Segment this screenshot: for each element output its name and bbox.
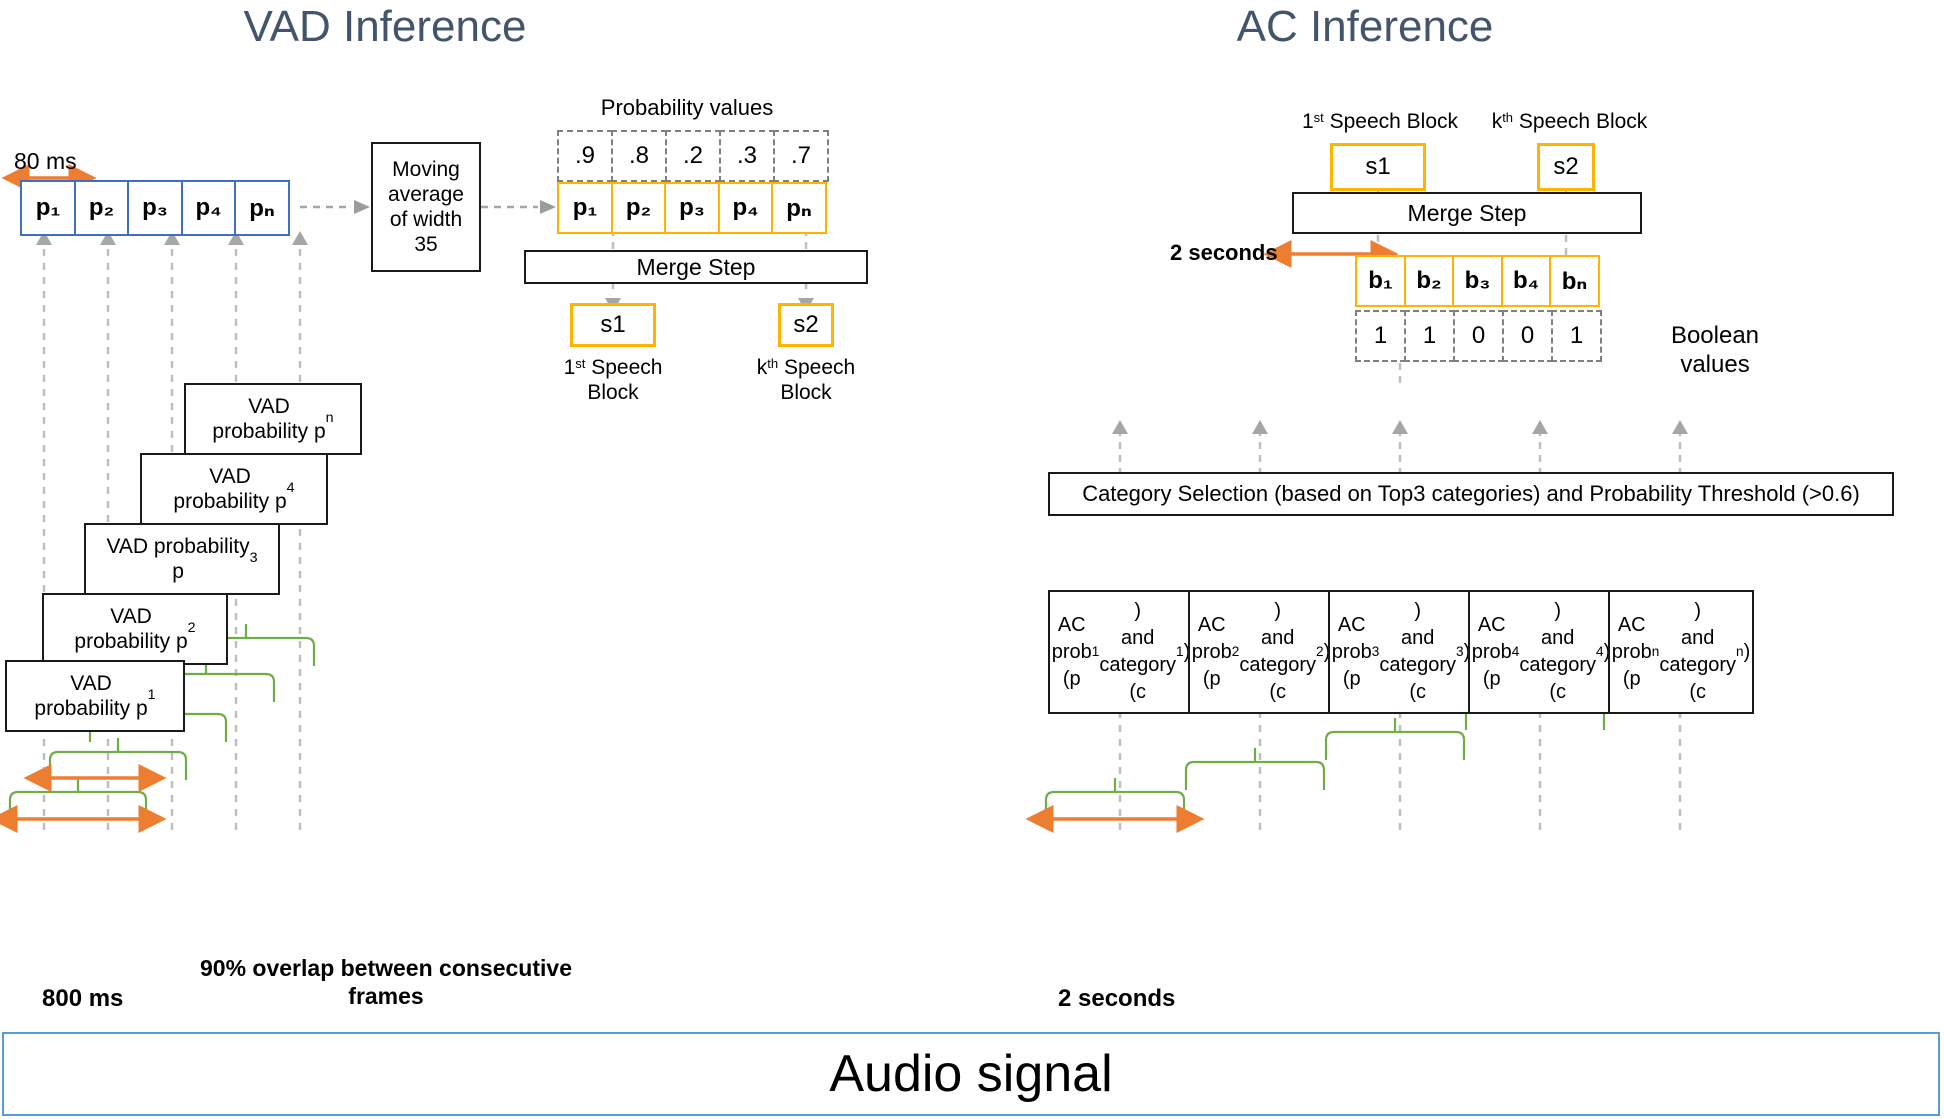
ac-bool-cell: b₃ — [1452, 255, 1503, 307]
smoothed-prob-cell: p₁ — [557, 182, 613, 234]
ac-bool-value-cell: 1 — [1355, 310, 1406, 362]
audio-signal-bar: Audio signal — [2, 1032, 1940, 1116]
ac-merge-step-bar: Merge Step — [1292, 192, 1642, 234]
ac-prob-box-4: AC prob (p 4) and category (c 4) — [1468, 590, 1614, 714]
probability-value-cell: .9 — [557, 130, 613, 182]
probability-value-cell: .8 — [611, 130, 667, 182]
ac-bool-value-cell: 1 — [1551, 310, 1602, 362]
vad-speech-block-label-1: 1st Speech Block — [563, 356, 663, 405]
connector-overlay — [0, 162, 1746, 833]
smoothed-prob-cell: pₙ — [771, 182, 827, 234]
ac-bool-cell: b₂ — [1403, 255, 1455, 307]
ac-bool-value-cell: 0 — [1502, 310, 1553, 362]
smoothed-prob-row: p₁ p₂ p₃ p₄ pₙ — [557, 182, 827, 234]
smoothed-prob-cell: p₂ — [610, 182, 667, 234]
probability-values-row: .9 .8 .2 .3 .7 — [557, 130, 829, 182]
ac-bool-cell: b₁ — [1355, 255, 1406, 307]
vad-prob-cell: p₁ — [20, 180, 76, 236]
vad-probability-box-p2: VAD probability p2 — [42, 593, 228, 665]
ac-speech-block-label-k: kth Speech Block — [1491, 110, 1648, 133]
ac-window-label-bottom: 2 seconds — [1058, 985, 1176, 1012]
page-title-vad: VAD Inference — [243, 2, 527, 51]
diagram-canvas: VAD Inference AC Inference 80 ms p₁ p₂ p… — [0, 0, 1944, 1119]
audio-signal-label: Audio signal — [829, 1045, 1113, 1103]
ac-prob-box-n: AC prob (p n) and category (c n) — [1608, 590, 1754, 714]
frame-duration-label: 80 ms — [14, 148, 77, 174]
ac-window-label-top: 2 seconds — [1170, 240, 1278, 265]
vad-probability-box-p4: VAD probability p4 — [140, 453, 328, 525]
vad-prob-cell: pₙ — [234, 180, 290, 236]
ac-bool-cell: b₄ — [1500, 255, 1552, 307]
ac-speech-block-s2: s2 — [1537, 143, 1595, 191]
vad-probability-box-p1: VAD probability p1 — [5, 660, 185, 732]
vad-merge-step-bar: Merge Step — [524, 250, 868, 284]
ac-bool-row: b₁ b₂ b₃ b₄ bₙ — [1355, 255, 1600, 307]
ac-prob-box-3: AC prob (p 3) and category (c 3) — [1328, 590, 1474, 714]
vad-probability-box-p3: VAD probability p 3 — [84, 523, 280, 595]
ac-speech-block-label-1: 1st Speech Block — [1301, 110, 1459, 133]
probability-value-cell: .7 — [773, 130, 829, 182]
smoothed-prob-cell: p₃ — [664, 182, 720, 234]
ac-bool-cell: bₙ — [1549, 255, 1600, 307]
vad-prob-cell: p₃ — [127, 180, 183, 236]
window-duration-label: 800 ms — [42, 985, 124, 1012]
category-selection-bar: Category Selection (based on Top3 catego… — [1048, 472, 1894, 516]
vad-prob-cell: p₄ — [180, 180, 237, 236]
vad-probability-box-pn: VAD probability pn — [184, 383, 362, 455]
probability-value-cell: .2 — [665, 130, 721, 182]
vad-prob-row: p₁ p₂ p₃ p₄ pₙ — [20, 180, 290, 236]
ac-prob-box-1: AC prob (p 1) and category (c 1) — [1048, 590, 1194, 714]
vad-speech-block-label-k: kth Speech Block — [756, 356, 856, 405]
vad-prob-cell: p₂ — [73, 180, 130, 236]
ac-prob-box-2: AC prob (p 2) and category (c 2) — [1188, 590, 1334, 714]
probability-values-title: Probability values — [600, 95, 774, 120]
vad-speech-block-s1: s1 — [570, 303, 656, 347]
ac-bool-caption: Boolean values — [1670, 322, 1760, 378]
probability-value-cell: .3 — [719, 130, 775, 182]
ac-speech-block-s1: s1 — [1330, 143, 1426, 191]
moving-average-box: Moving average of width 35 — [371, 142, 481, 272]
smoothed-prob-cell: p₄ — [717, 182, 774, 234]
ac-bool-values-row: 1 1 0 0 1 — [1355, 310, 1602, 362]
ac-bool-value-cell: 0 — [1453, 310, 1504, 362]
ac-bool-value-cell: 1 — [1404, 310, 1455, 362]
overlap-note-label: 90% overlap between consecutive frames — [200, 955, 572, 1009]
vad-speech-block-s2: s2 — [778, 303, 834, 347]
page-title-ac: AC Inference — [1236, 2, 1494, 51]
